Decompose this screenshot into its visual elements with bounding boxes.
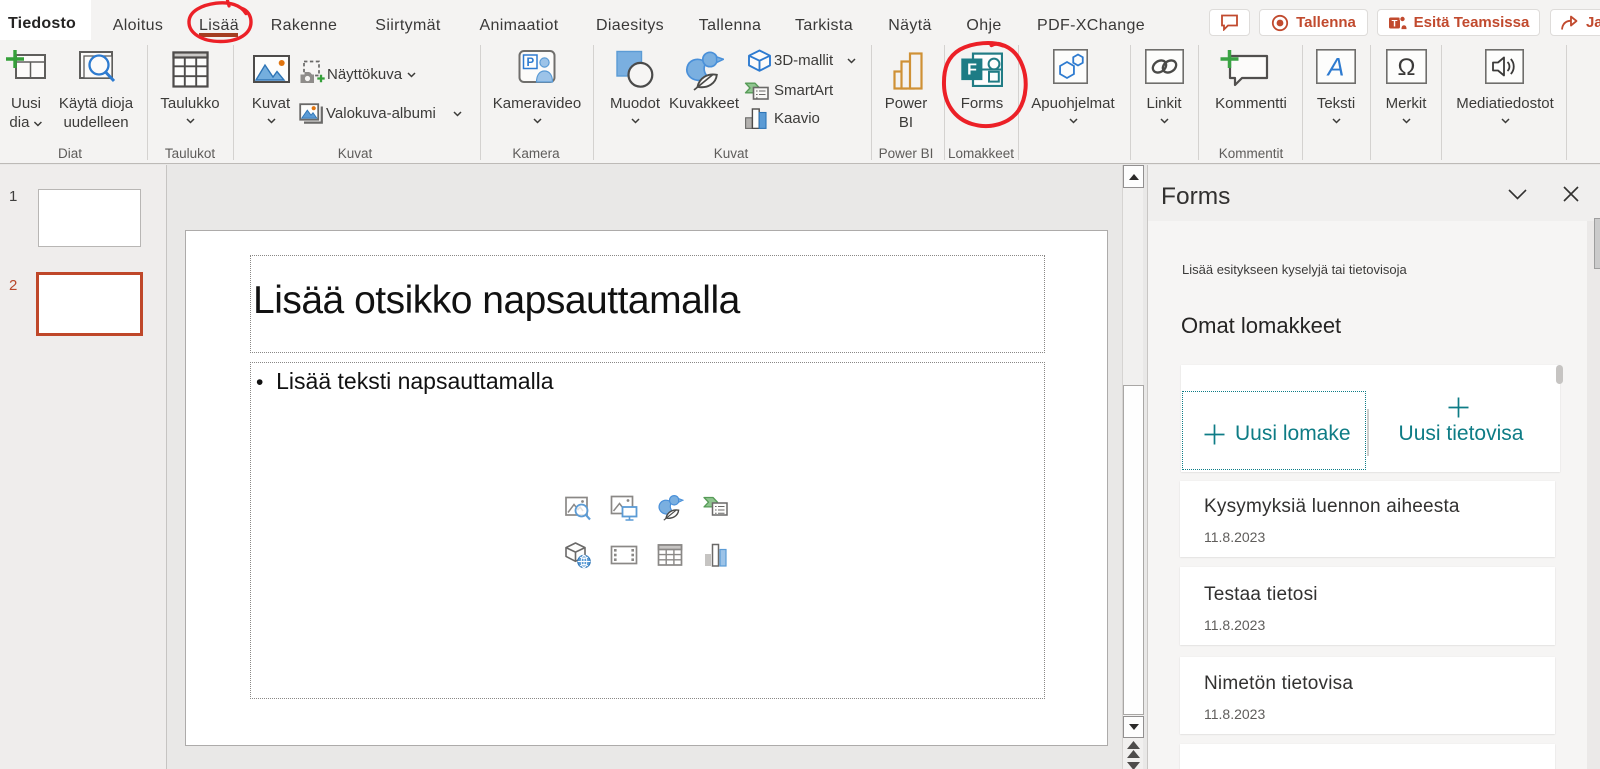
svg-text:A: A — [1326, 54, 1345, 82]
svg-text:P: P — [526, 57, 534, 69]
svg-text:F: F — [967, 62, 977, 79]
svg-text:Ω: Ω — [1398, 54, 1416, 81]
svg-text:T: T — [1391, 18, 1397, 29]
